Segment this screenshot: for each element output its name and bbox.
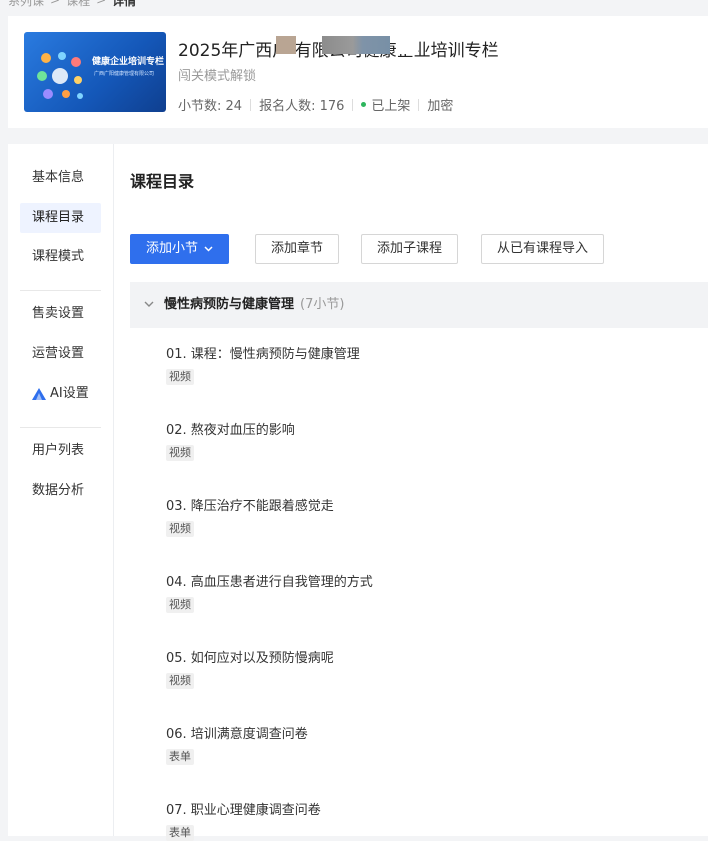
nav-divider (20, 427, 101, 428)
lesson-title[interactable]: 01. 课程：慢性病预防与健康管理 (166, 347, 686, 363)
lesson-title[interactable]: 07. 职业心理健康调查问卷 (166, 803, 686, 819)
breadcrumb-item-current: 详情 (112, 0, 137, 8)
add-lesson-button[interactable]: 添加小节 (130, 234, 230, 264)
add-lesson-label: 添加小节 (146, 241, 199, 256)
encryption-label: 加密 (427, 99, 454, 114)
sidebar-item-data-analysis[interactable]: 数据分析 (20, 476, 101, 506)
breadcrumb-separator: > (50, 0, 61, 7)
add-subcourse-button[interactable]: 添加子课程 (361, 234, 459, 264)
sidebar-item-course-catalog[interactable]: 课程目录 (20, 203, 101, 233)
lesson-title[interactable]: 03. 降压治疗不能跟着感觉走 (166, 499, 686, 515)
breadcrumb-separator: > (96, 0, 107, 7)
ai-triangle-icon (32, 387, 46, 400)
redaction-block (322, 36, 390, 54)
lesson-type-badge: 视频 (166, 445, 194, 461)
chapter-title: 慢性病预防与健康管理 (164, 297, 295, 312)
list-item[interactable]: 01. 课程：慢性病预防与健康管理 视频 (166, 347, 686, 385)
lesson-type-badge: 表单 (166, 749, 194, 765)
list-item[interactable]: 04. 高血压患者进行自我管理的方式 视频 (166, 575, 686, 613)
list-item[interactable]: 02. 熬夜对血压的影响 视频 (166, 423, 686, 461)
add-chapter-button[interactable]: 添加章节 (255, 234, 340, 264)
course-stats: 小节数: 24 报名人数: 176 已上架 加密 (178, 95, 453, 114)
lesson-title[interactable]: 06. 培训满意度调查问卷 (166, 727, 686, 743)
lesson-count: 小节数: 24 (178, 99, 243, 114)
lesson-title[interactable]: 02. 熬夜对血压的影响 (166, 423, 686, 439)
stats-divider (418, 98, 420, 111)
lesson-type-badge: 表单 (166, 825, 194, 841)
sidebar-item-course-mode[interactable]: 课程模式 (20, 242, 101, 272)
status-dot-icon (361, 102, 367, 107)
list-item[interactable]: 06. 培训满意度调查问卷 表单 (166, 727, 686, 765)
redaction-block (276, 36, 296, 54)
chapter-header[interactable]: 慢性病预防与健康管理 (7小节) (130, 282, 708, 328)
stats-divider (352, 98, 354, 111)
course-mode: 闯关模式解锁 (178, 69, 257, 84)
cover-illustration-icon (37, 52, 83, 99)
lesson-type-badge: 视频 (166, 369, 194, 385)
sidebar-item-operation-settings[interactable]: 运营设置 (20, 339, 101, 369)
course-cover-image: 健康企业培训专栏 广西广阳健康管理有限公司 (24, 32, 166, 112)
list-item[interactable]: 07. 职业心理健康调查问卷 表单 (166, 803, 686, 841)
side-navigation: 基本信息 课程目录 课程模式 售卖设置 运营设置 AI设置 用户列表 数据分析 (8, 144, 114, 836)
lesson-type-badge: 视频 (166, 521, 194, 537)
list-item[interactable]: 03. 降压治疗不能跟着感觉走 视频 (166, 499, 686, 537)
sidebar-item-user-list[interactable]: 用户列表 (20, 436, 101, 466)
chevron-down-icon[interactable] (144, 300, 154, 308)
chevron-down-icon (204, 245, 213, 252)
import-course-button[interactable]: 从已有课程导入 (481, 234, 605, 264)
stats-divider (250, 98, 252, 111)
lesson-type-badge: 视频 (166, 597, 194, 613)
sidebar-item-label: AI设置 (50, 386, 89, 401)
lesson-title[interactable]: 04. 高血压患者进行自我管理的方式 (166, 575, 686, 591)
lesson-title[interactable]: 05. 如何应对以及预防慢病呢 (166, 651, 686, 667)
course-header-card: 健康企业培训专栏 广西广阳健康管理有限公司 2025年广西广 有限公司健康企业培… (8, 16, 708, 128)
breadcrumb-item-course[interactable]: 课程 (66, 0, 90, 9)
signup-count: 报名人数: 176 (259, 99, 345, 114)
sidebar-item-basic-info[interactable]: 基本信息 (20, 163, 101, 193)
status-badge: 已上架 (371, 99, 411, 114)
page-title: 课程目录 (130, 172, 195, 191)
main-panel: 基本信息 课程目录 课程模式 售卖设置 运营设置 AI设置 用户列表 数据分析 … (8, 144, 708, 841)
breadcrumb: 系列课 > 课程 > 详情 (8, 0, 136, 8)
cover-title: 健康企业培训专栏 (92, 57, 165, 67)
sidebar-item-ai-settings[interactable]: AI设置 (20, 379, 101, 409)
nav-divider (20, 290, 101, 291)
cover-subtitle: 广西广阳健康管理有限公司 (94, 71, 155, 77)
list-item[interactable]: 05. 如何应对以及预防慢病呢 视频 (166, 651, 686, 689)
catalog-content: 课程目录 添加小节 添加章节 添加子课程 从已有课程导入 慢性病预防与健康管理 (… (114, 144, 708, 841)
redaction-block (396, 36, 418, 54)
chapter-lesson-count: (7小节) (300, 297, 345, 312)
lesson-type-badge: 视频 (166, 673, 194, 689)
breadcrumb-item-series[interactable]: 系列课 (8, 0, 44, 9)
sidebar-item-sales-settings[interactable]: 售卖设置 (20, 299, 101, 329)
